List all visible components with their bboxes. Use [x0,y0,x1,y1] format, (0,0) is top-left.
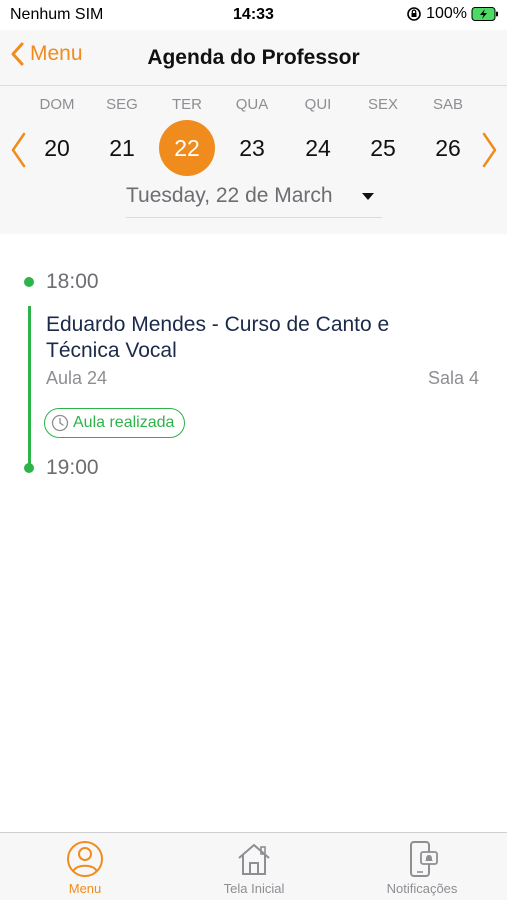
day-26[interactable]: 26 [420,120,476,176]
user-circle-icon [67,841,103,877]
clock-icon [51,414,69,432]
selected-date-label: Tuesday, 22 de March [126,184,333,207]
status-bar: Nenhum SIM 14:33 100% [0,0,507,30]
weekday-label: SEX [367,96,398,113]
weekday-label: TER [172,96,202,113]
schedule-timeline: 18:00 Eduardo Mendes - Curso de Canto e … [0,234,507,832]
tab-notifications[interactable]: Notificações [352,839,492,896]
start-time-dot [24,277,34,287]
tab-home-label: Tela Inicial [223,881,285,896]
tab-notifications-label: Notificações [386,881,458,896]
status-badge: Aula realizada [44,408,186,438]
battery-percent: 100% [426,5,467,22]
orientation-lock-icon [407,7,421,21]
room-label: Sala 4 [427,368,479,388]
home-icon [238,844,270,875]
lesson-number: Aula 24 [46,368,108,388]
tab-menu[interactable]: Menu [15,839,155,896]
next-week-chevron-icon[interactable] [478,130,502,170]
day-25[interactable]: 25 [355,120,411,176]
weekday-label: SEG [106,96,138,113]
status-right: 100% [406,5,499,23]
end-time-dot [24,463,34,473]
day-22-selected[interactable]: 22 [159,120,215,176]
day-number-row: 20 21 22 23 24 25 26 [0,120,507,176]
day-20[interactable]: 20 [29,120,85,176]
weekday-label: SAB [432,96,463,113]
end-time: 19:00 [46,456,99,479]
caret-down-icon [362,193,374,200]
page-title: Agenda do Professor [147,46,360,69]
event-title[interactable]: Eduardo Mendes - Curso de Canto e Técnic… [46,312,446,364]
tab-bar: Menu Tela Inicial Notificações [0,832,507,900]
start-time: 18:00 [46,270,99,293]
weekday-label: QUA [235,96,269,113]
weekday-label: QUI [304,96,332,113]
status-badge-label: Aula realizada [73,414,175,431]
phone-notification-icon [410,841,438,877]
battery-charging-icon [471,7,498,21]
week-calendar: DOM SEG TER QUA QUI SEX SAB 20 21 22 23 … [0,86,507,234]
tab-home[interactable]: Tela Inicial [184,839,324,896]
weekday-label: DOM [39,96,75,113]
date-dropdown[interactable]: Tuesday, 22 de March [126,182,382,218]
timeline-bar [28,306,31,464]
day-23[interactable]: 23 [224,120,280,176]
day-21[interactable]: 21 [94,120,150,176]
navigation-bar: Menu Agenda do Professor [0,30,507,86]
day-24[interactable]: 24 [290,120,346,176]
tab-menu-label: Menu [68,881,102,896]
